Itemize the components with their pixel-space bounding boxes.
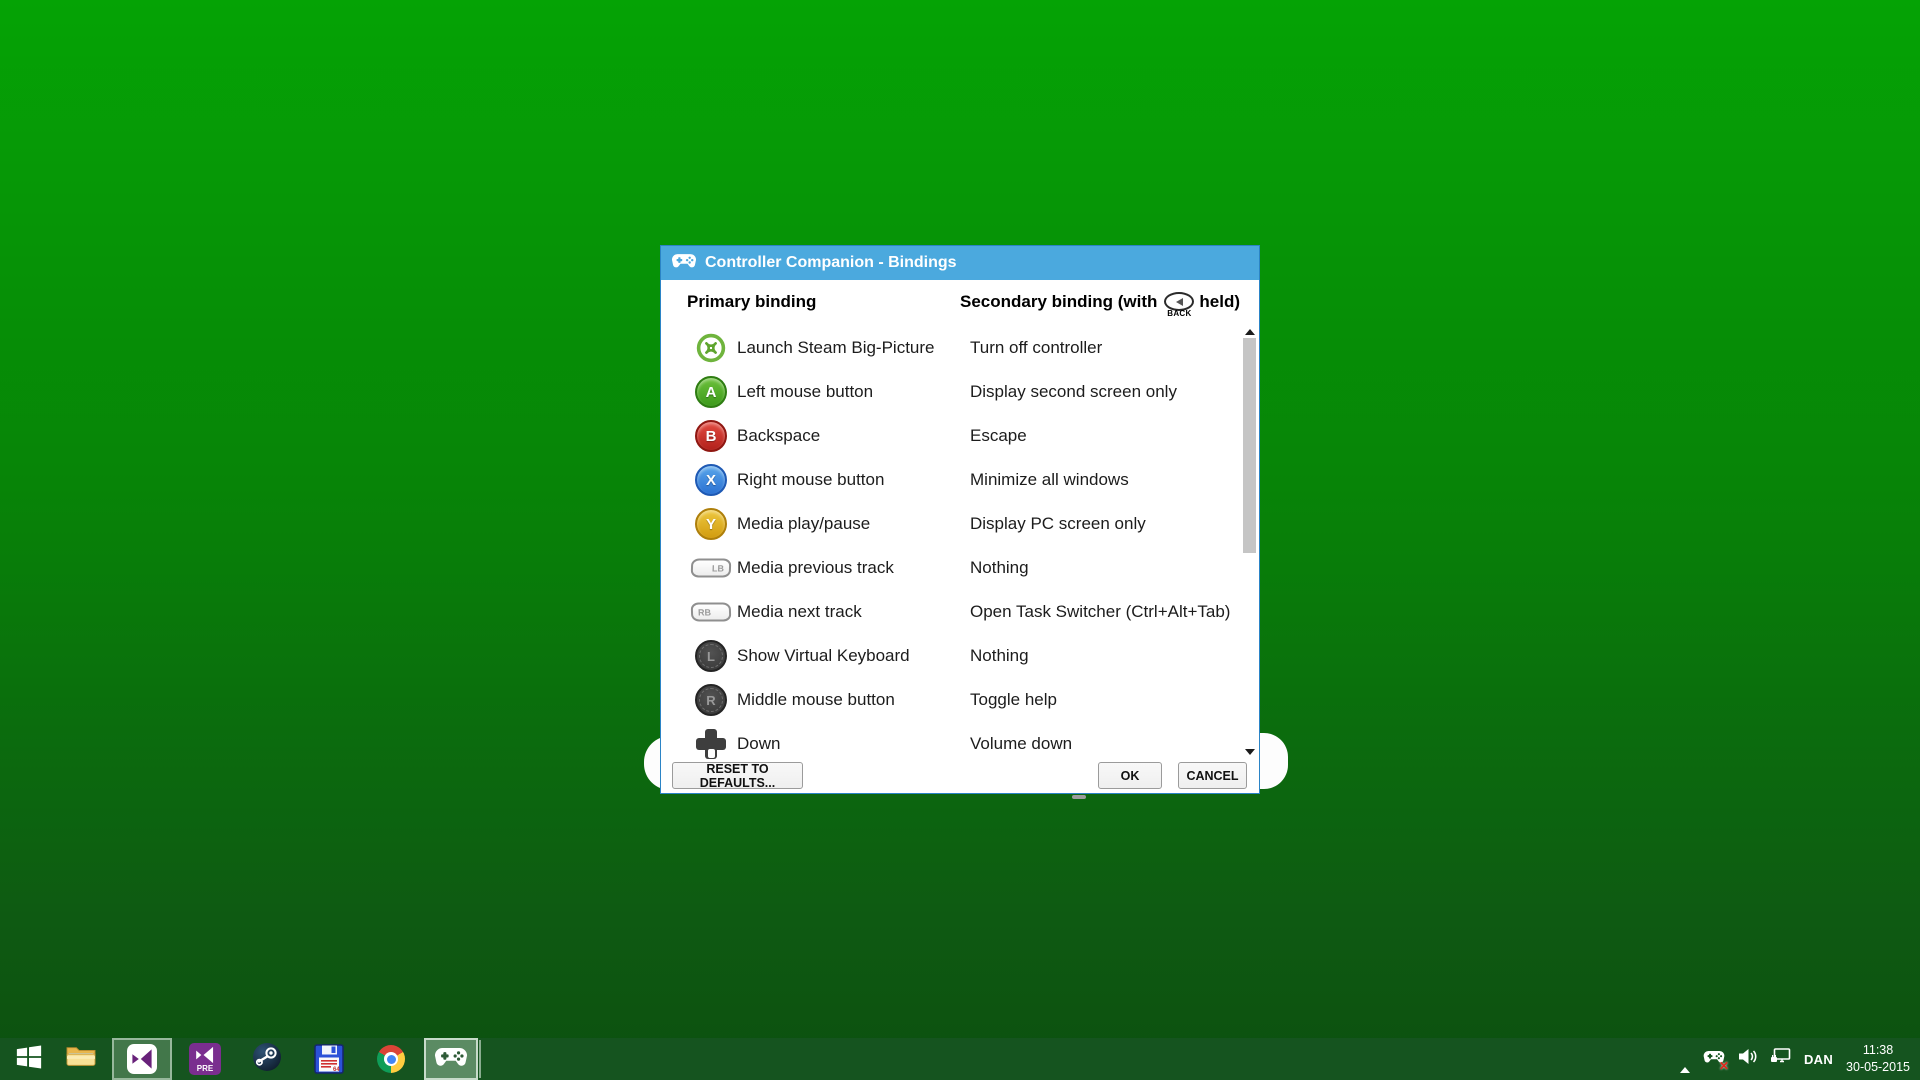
secondary-header-suffix: held) [1199,292,1240,312]
background-window-edge [1072,795,1086,799]
language-indicator[interactable]: DAN [1804,1052,1833,1067]
binding-row[interactable]: LB Media previous track Nothing [661,546,1239,590]
file-explorer[interactable] [58,1038,104,1080]
lb-button-icon: LB [691,559,731,578]
cancel-button[interactable]: CANCEL [1178,762,1247,789]
steam[interactable] [244,1038,290,1080]
chrome[interactable] [368,1038,414,1080]
secondary-binding-label[interactable]: Nothing [970,646,1029,666]
primary-binding-label: Media previous track [737,558,894,578]
binding-row[interactable]: Launch Steam Big-Picture Turn off control… [661,326,1239,370]
scroll-down-icon[interactable] [1241,745,1258,758]
secondary-binding-label[interactable]: Volume down [970,734,1072,754]
binding-row[interactable]: Y Media play/pause Display PC screen only [661,502,1239,546]
primary-binding-label: Left mouse button [737,382,873,402]
binding-row[interactable]: R Middle mouse button Toggle help [661,678,1239,722]
binding-row[interactable]: X Right mouse button Minimize all windows [661,458,1239,502]
secondary-binding-label[interactable]: Display second screen only [970,382,1177,402]
dialog-titlebar[interactable]: Controller Companion - Bindings [661,246,1259,280]
windows-logo-icon [15,1043,43,1076]
visual-studio-icon [127,1044,157,1074]
floppy-disk-icon: 64 [314,1044,344,1074]
primary-binding-label: Show Virtual Keyboard [737,646,910,666]
folder-icon [65,1043,97,1076]
network-icon [1770,1052,1791,1069]
bindings-dialog: Controller Companion - Bindings Primary … [660,245,1260,794]
primary-binding-label: Middle mouse button [737,690,895,710]
scrollbar[interactable] [1241,325,1258,758]
visual-studio-pre[interactable]: PRE [182,1038,228,1080]
binding-row[interactable]: Down Volume down [661,722,1239,762]
clock[interactable]: 11:38 30-05-2015 [1846,1042,1910,1076]
start-button[interactable] [6,1038,52,1080]
red-x-icon: ✕ [1719,1059,1729,1073]
primary-binding-label: Backspace [737,426,820,446]
binding-row[interactable]: RB Media next track Open Task Switcher (Ct… [661,590,1239,634]
primary-binding-label: Media play/pause [737,514,870,534]
visual-studio-pre-icon: PRE [189,1043,221,1075]
gamepad-icon [671,252,697,274]
scrollbar-thumb[interactable] [1243,338,1256,553]
secondary-binding-header: Secondary binding (with BACK held) [960,292,1240,312]
controller-status[interactable]: ✕ [1703,1049,1725,1069]
guide-button-icon [691,333,731,363]
secondary-header-prefix: Secondary binding (with [960,292,1157,312]
secondary-binding-label[interactable]: Display PC screen only [970,514,1146,534]
back-button-icon: BACK [1163,292,1193,312]
secondary-binding-label[interactable]: Escape [970,426,1027,446]
binding-row[interactable]: A Left mouse button Display second screen … [661,370,1239,414]
rb-button-icon: RB [691,603,731,622]
secondary-binding-label[interactable]: Turn off controller [970,338,1102,358]
x-button-icon: X [691,464,731,496]
floppy-badge: 64 [333,1067,340,1073]
taskbar-separator [479,1040,481,1078]
scroll-up-icon[interactable] [1241,325,1258,338]
ok-button[interactable]: OK [1098,762,1162,789]
gamepad-icon [434,1045,468,1073]
up-arrow-icon [1680,1050,1690,1073]
back-button-caption: BACK [1163,309,1195,318]
system-tray: ✕ [1680,1038,1920,1080]
primary-binding-label: Down [737,734,780,754]
controller-companion[interactable] [424,1038,478,1080]
binding-row[interactable]: B Backspace Escape [661,414,1239,458]
network-button[interactable] [1770,1048,1791,1070]
binding-row[interactable]: L Show Virtual Keyboard Nothing [661,634,1239,678]
a-button-icon: A [691,376,731,408]
primary-binding-label: Right mouse button [737,470,884,490]
y-button-icon: Y [691,508,731,540]
steam-icon [252,1042,282,1077]
dialog-content: Primary binding Secondary binding (with … [661,280,1259,793]
secondary-binding-label[interactable]: Toggle help [970,690,1057,710]
dpad-down-icon [691,729,731,759]
primary-binding-header: Primary binding [687,292,816,312]
show-hidden-icons-button[interactable] [1680,1050,1690,1068]
taskbar: PRE [0,1038,1920,1080]
b-button-icon: B [691,420,731,452]
chrome-icon [377,1045,405,1073]
l-stick-icon: L [691,640,731,672]
visual-studio[interactable] [112,1038,172,1080]
primary-binding-label: Media next track [737,602,862,622]
pre-badge: PRE [197,1065,213,1073]
volume-button[interactable] [1738,1048,1757,1070]
tray-date: 30-05-2015 [1846,1059,1910,1076]
desktop: Controller Companion - Bindings Primary … [0,0,1920,1080]
r-stick-icon: R [691,684,731,716]
dialog-title: Controller Companion - Bindings [705,254,957,272]
reset-to-defaults-button[interactable]: RESET TO DEFAULTS... [672,762,803,789]
floppy-app[interactable]: 64 [306,1038,352,1080]
secondary-binding-label[interactable]: Nothing [970,558,1029,578]
secondary-binding-label[interactable]: Open Task Switcher (Ctrl+Alt+Tab) [970,602,1230,622]
secondary-binding-label[interactable]: Minimize all windows [970,470,1129,490]
tray-time: 11:38 [1863,1042,1893,1059]
bindings-list: Launch Steam Big-Picture Turn off control… [661,326,1239,762]
primary-binding-label: Launch Steam Big-Picture [737,338,935,358]
speaker-icon [1738,1052,1757,1069]
